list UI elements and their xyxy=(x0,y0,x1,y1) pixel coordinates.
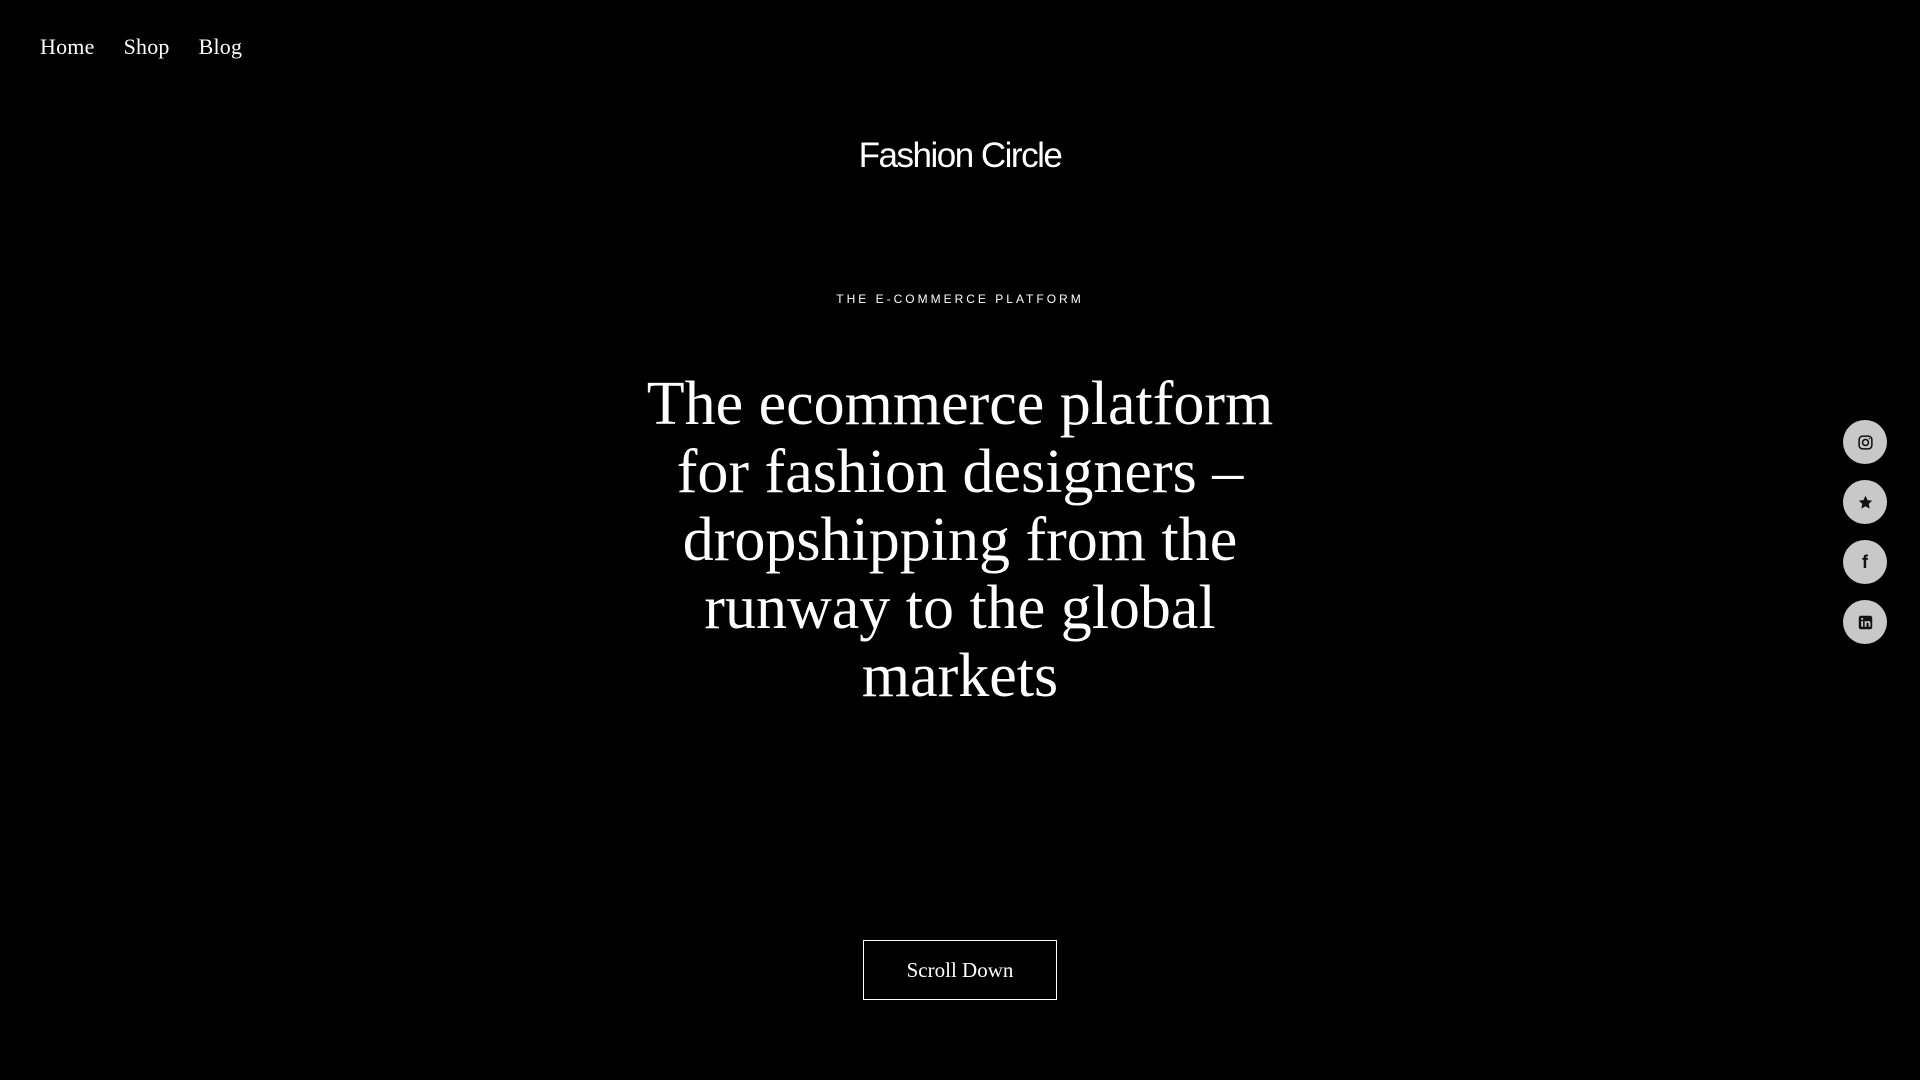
instagram-icon xyxy=(1857,434,1873,450)
nav-home-link[interactable]: Home xyxy=(40,34,95,60)
linkedin-icon xyxy=(1858,615,1872,629)
scroll-down-button[interactable]: Scroll Down xyxy=(863,940,1057,1000)
instagram-link[interactable] xyxy=(1843,420,1887,464)
facebook-link[interactable]: f xyxy=(1843,540,1887,584)
hero-headline: The ecommerce platform for fashion desig… xyxy=(646,370,1274,710)
star-icon xyxy=(1858,495,1872,509)
star-link[interactable] xyxy=(1843,480,1887,524)
social-links: f xyxy=(1843,420,1887,644)
nav-blog-link[interactable]: Blog xyxy=(199,34,243,60)
facebook-icon: f xyxy=(1862,552,1868,572)
hero-eyebrow: THE E-COMMERCE PLATFORM xyxy=(836,292,1084,306)
main-nav: Home Shop Blog xyxy=(40,34,242,60)
linkedin-link[interactable] xyxy=(1843,600,1887,644)
site-logo-text[interactable]: Fashion Circle xyxy=(0,136,1920,176)
nav-shop-link[interactable]: Shop xyxy=(124,34,170,60)
